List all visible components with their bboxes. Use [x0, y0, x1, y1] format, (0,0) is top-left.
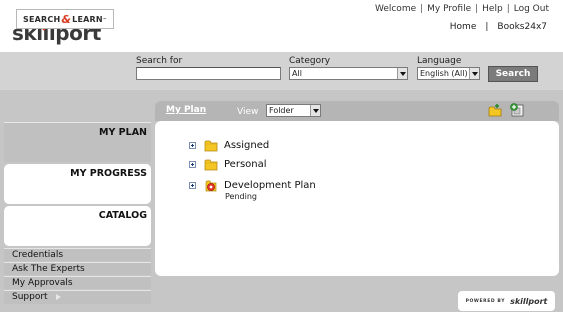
tree-item-assigned[interactable]: Assigned [189, 139, 269, 152]
view-select[interactable]: Folder [266, 104, 321, 117]
development-plan-status: Pending [225, 192, 257, 201]
nav-link-my-approvals[interactable]: My Approvals [4, 276, 151, 289]
expand-icon[interactable] [189, 161, 196, 168]
powered-by-logo: skillport [510, 296, 548, 306]
nav-catalog[interactable]: CATALOG [4, 206, 151, 246]
nav-my-plan[interactable]: MY PLAN [4, 122, 151, 162]
sub-links: Home | Books24x7 [450, 22, 547, 32]
tree-label: Assigned [224, 140, 270, 151]
nav-my-progress[interactable]: MY PROGRESS [4, 164, 151, 204]
category-value: All [292, 69, 302, 78]
tree-label: Personal [224, 159, 267, 170]
search-learn-tm: ™ [102, 16, 107, 22]
my-profile-link[interactable]: My Profile [427, 4, 471, 14]
my-plan-link[interactable]: My Plan [166, 105, 206, 115]
separator: | [485, 22, 489, 32]
home-link[interactable]: Home [450, 22, 477, 32]
nav-link-credentials[interactable]: Credentials [4, 248, 151, 261]
help-link[interactable]: Help [482, 4, 503, 14]
nav-link-label: Ask The Experts [12, 264, 85, 274]
arrow-right-icon [56, 293, 62, 300]
view-value: Folder [269, 106, 294, 115]
tree-item-development-plan[interactable]: Development Plan [189, 179, 316, 192]
add-item-icon[interactable] [509, 102, 525, 118]
tree-item-personal[interactable]: Personal [189, 158, 267, 171]
language-select[interactable]: English (All) [417, 67, 480, 80]
view-label: View [237, 107, 259, 117]
nav-my-progress-label: MY PROGRESS [70, 168, 147, 179]
category-label: Category [289, 56, 331, 66]
expand-icon[interactable] [189, 182, 196, 189]
search-learn-amp: & [61, 12, 72, 26]
books24x7-link[interactable]: Books24x7 [497, 22, 547, 32]
nav-link-label: Credentials [12, 250, 64, 260]
welcome-link[interactable]: Welcome [375, 4, 416, 14]
top-links: Welcome | My Profile | Help | Log Out [375, 4, 549, 14]
folder-icon [204, 140, 218, 152]
chevron-down-icon[interactable] [469, 68, 479, 79]
separator: | [475, 4, 479, 14]
tree-label: Development Plan [224, 180, 316, 191]
chevron-down-icon[interactable] [310, 105, 320, 116]
search-learn-right: LEARN [72, 14, 103, 24]
language-label: Language [417, 56, 462, 66]
search-learn-left: SEARCH [23, 14, 61, 24]
separator: | [420, 4, 424, 14]
search-button[interactable]: Search [488, 66, 538, 82]
language-value: English (All) [420, 69, 468, 78]
powered-by-badge: POWERED BY skillport [458, 291, 555, 311]
search-for-label: Search for [136, 56, 183, 66]
nav-link-support[interactable]: Support [4, 290, 151, 304]
nav-link-label: Support [12, 292, 48, 302]
new-folder-icon[interactable] [488, 103, 503, 118]
nav-my-plan-label: MY PLAN [99, 127, 147, 138]
nav-link-label: My Approvals [12, 278, 73, 288]
log-out-link[interactable]: Log Out [514, 4, 549, 14]
search-input[interactable] [136, 67, 281, 80]
nav-link-ask-the-experts[interactable]: Ask The Experts [4, 262, 151, 275]
folder-icon [204, 159, 218, 171]
chevron-down-icon[interactable] [397, 68, 407, 79]
search-and-learn-logo: SEARCH & LEARN ™ [16, 9, 114, 29]
separator: | [506, 4, 510, 14]
development-plan-icon [205, 180, 217, 192]
category-select[interactable]: All [289, 67, 408, 80]
nav-catalog-label: CATALOG [98, 210, 147, 221]
powered-by-text: POWERED BY [465, 298, 506, 304]
expand-icon[interactable] [189, 142, 196, 149]
